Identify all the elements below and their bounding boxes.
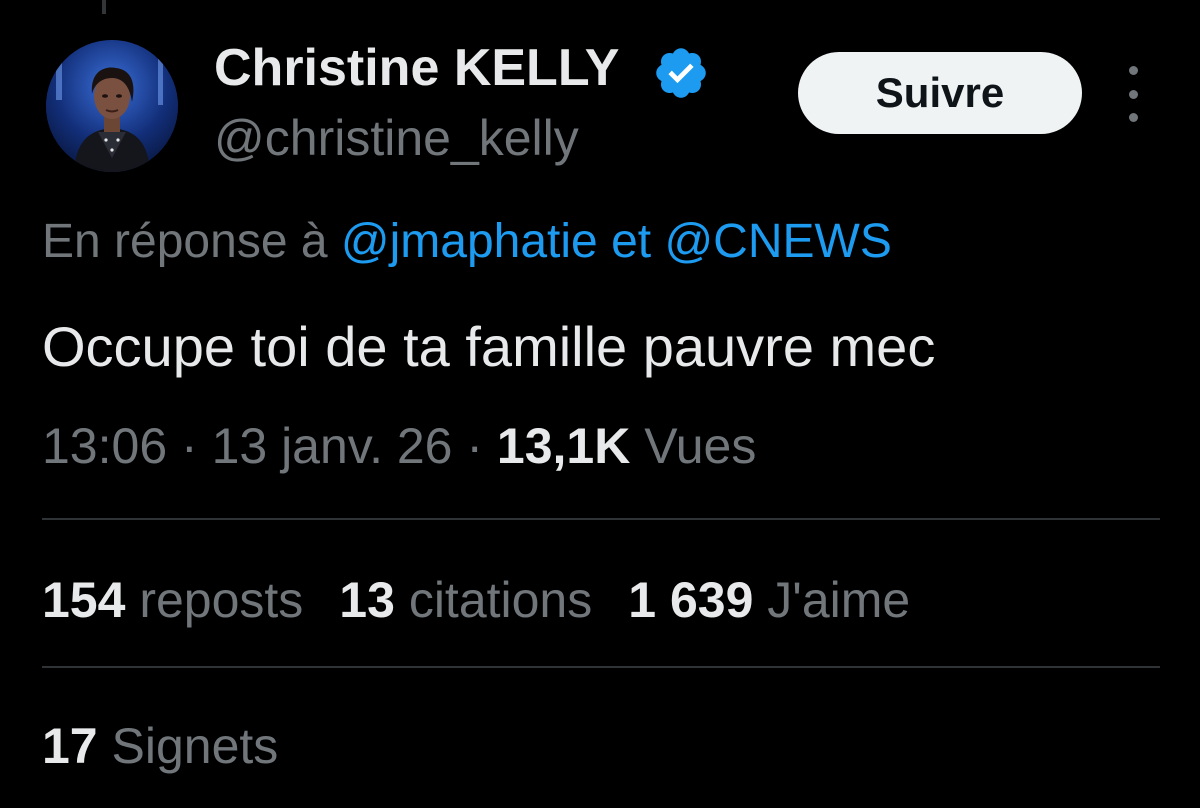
thread-line — [102, 0, 106, 14]
likes-label: J'aime — [753, 572, 911, 628]
dot — [1128, 113, 1138, 122]
quotes-stat[interactable]: 13 citations — [339, 572, 592, 628]
views-label[interactable]: Vues — [630, 418, 756, 474]
engagement-stats: 154 reposts 13 citations 1 639 J'aime — [42, 568, 946, 632]
reply-conjunction[interactable]: et — [598, 215, 665, 268]
author-handle[interactable]: @christine_kelly — [214, 108, 579, 168]
bookmarks-count: 17 — [42, 718, 98, 774]
tweet-meta: 13:06 · 13 janv. 26 · 13,1K Vues — [42, 414, 756, 478]
likes-stat[interactable]: 1 639 J'aime — [628, 572, 910, 628]
bookmarks-label: Signets — [97, 718, 279, 774]
mention-cnews[interactable]: @CNEWS — [664, 215, 891, 268]
previous-tweet-fragment — [0, 0, 1200, 14]
quotes-label: citations — [394, 572, 593, 628]
tweet-text: Occupe toi de ta famille pauvre mec — [42, 315, 936, 378]
tweet-date[interactable]: 13 janv. 26 — [212, 418, 453, 474]
reposts-stat[interactable]: 154 reposts — [42, 572, 303, 628]
follow-button[interactable]: Suivre — [798, 52, 1082, 134]
quotes-count: 13 — [339, 572, 395, 628]
avatar[interactable] — [46, 40, 178, 172]
views-count[interactable]: 13,1K — [497, 418, 630, 474]
reply-prefix: En réponse à — [42, 215, 341, 268]
tweet-time[interactable]: 13:06 — [42, 418, 167, 474]
avatar-photo — [46, 40, 178, 172]
verified-badge-icon — [656, 48, 706, 98]
dot — [1128, 66, 1138, 75]
bookmarks-stat[interactable]: 17 Signets — [42, 714, 278, 778]
more-vertical-icon[interactable] — [1116, 66, 1150, 122]
dot — [1128, 89, 1138, 99]
meta-separator: · — [167, 418, 212, 474]
mention-jmaphatie[interactable]: @jmaphatie — [341, 215, 598, 268]
likes-count: 1 639 — [628, 572, 754, 628]
divider — [42, 666, 1160, 668]
reposts-count: 154 — [42, 572, 126, 628]
reposts-label: reposts — [125, 572, 304, 628]
meta-separator: · — [452, 418, 497, 474]
divider — [42, 518, 1160, 520]
reply-context: En réponse à @jmaphatie et @CNEWS — [42, 212, 892, 272]
display-name[interactable]: Christine KELLY — [214, 38, 620, 98]
